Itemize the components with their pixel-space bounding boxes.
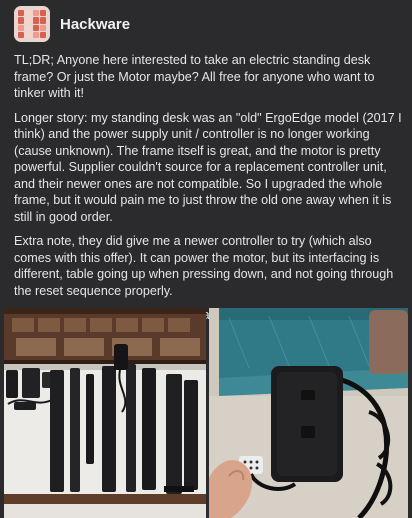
controller-in-hand-photo[interactable] bbox=[209, 308, 408, 518]
group-avatar[interactable] bbox=[14, 6, 50, 42]
desk-frame-parts-photo[interactable] bbox=[4, 308, 206, 518]
group-name[interactable]: Hackware bbox=[60, 16, 130, 33]
desk-frame-parts-image bbox=[4, 308, 206, 518]
post-header: Hackware bbox=[14, 6, 130, 42]
photo-gallery bbox=[4, 308, 408, 518]
hackware-logo-icon bbox=[18, 10, 46, 38]
post-body: TL;DR; Anyone here interested to take an… bbox=[14, 52, 402, 332]
post-card: Hackware TL;DR; Anyone here interested t… bbox=[0, 0, 412, 518]
post-paragraph-extra-note: Extra note, they did give me a newer con… bbox=[14, 234, 394, 298]
post-paragraph-story: Longer story: my standing desk was an "o… bbox=[14, 110, 402, 224]
controller-in-hand-image bbox=[209, 308, 408, 518]
post-paragraph-tldr: TL;DR; Anyone here interested to take an… bbox=[14, 53, 375, 100]
